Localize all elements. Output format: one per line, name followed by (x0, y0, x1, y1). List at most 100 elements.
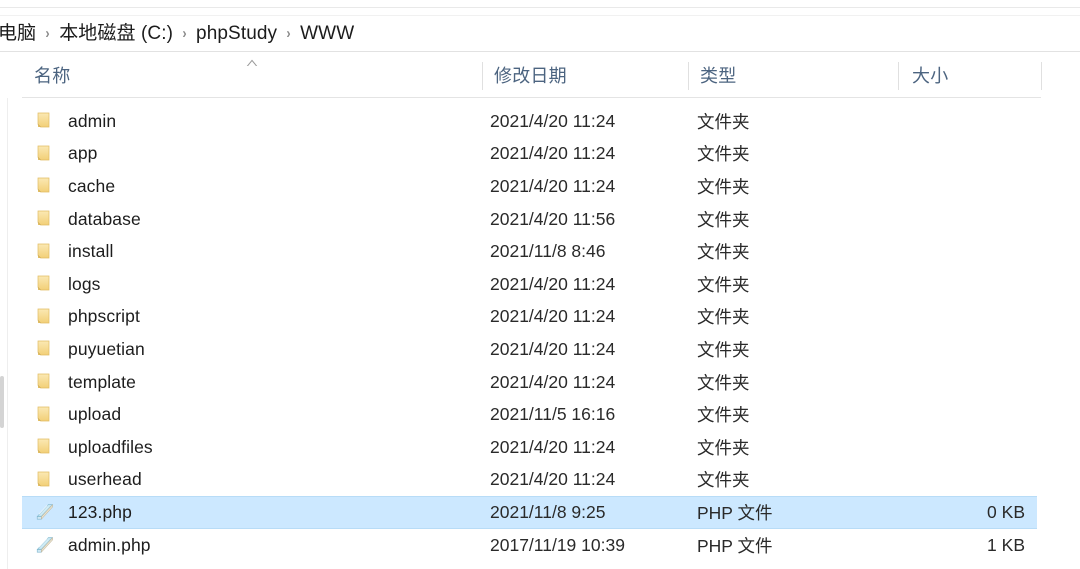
file-date-cell: 2021/4/20 11:24 (490, 110, 616, 131)
file-row[interactable]: logs 2021/4/20 11:24 文件夹 (0, 268, 1080, 301)
file-date-cell: 2021/4/20 11:24 (490, 273, 616, 294)
file-name-cell[interactable]: app (34, 143, 474, 164)
file-name-label: database (68, 208, 141, 229)
breadcrumb-item-phpstudy[interactable]: phpStudy (196, 22, 277, 46)
file-name-cell[interactable]: install (34, 241, 474, 262)
file-type-cell: 文件夹 (697, 470, 750, 491)
file-row[interactable]: phpscript 2021/4/20 11:24 文件夹 (0, 301, 1080, 334)
file-name-cell[interactable]: puyuetian (34, 339, 474, 360)
folder-icon (34, 209, 56, 229)
column-resize-handle-name[interactable] (482, 62, 483, 90)
file-name-cell[interactable]: admin.php (34, 535, 474, 556)
file-date-cell: 2021/11/8 9:25 (490, 501, 606, 522)
file-date-cell: 2021/4/20 11:24 (490, 306, 616, 327)
sort-ascending-icon (245, 58, 259, 67)
file-name-cell[interactable]: upload (34, 404, 474, 425)
file-type-cell: 文件夹 (697, 111, 750, 132)
file-type-cell: 文件夹 (697, 274, 750, 295)
file-type-cell: 文件夹 (697, 176, 750, 197)
file-name-cell[interactable]: template (34, 372, 474, 393)
file-type-cell: 文件夹 (697, 372, 750, 393)
file-name-cell[interactable]: phpscript (34, 306, 474, 327)
file-row[interactable]: puyuetian 2021/4/20 11:24 文件夹 (0, 333, 1080, 366)
file-type-cell: 文件夹 (697, 144, 750, 165)
folder-icon (34, 372, 56, 392)
file-date-cell: 2021/4/20 11:24 (490, 469, 616, 490)
file-row[interactable]: admin.php 2017/11/19 10:39 PHP 文件 1 KB (0, 529, 1080, 562)
folder-icon (34, 405, 56, 425)
file-list[interactable]: admin 2021/4/20 11:24 文件夹 app 2021/4/20 11:2… (0, 105, 1080, 569)
breadcrumb-item-www[interactable]: WWW (300, 22, 354, 46)
file-row[interactable]: userhead 2021/4/20 11:24 文件夹 (0, 464, 1080, 497)
file-row[interactable]: uploadfiles 2021/4/20 11:24 文件夹 (0, 431, 1080, 464)
file-type-cell: 文件夹 (697, 405, 750, 426)
php-file-icon (34, 535, 56, 555)
breadcrumb[interactable]: 电脑 › 本地磁盘 (C:) › phpStudy › WWW (0, 18, 1080, 50)
column-resize-handle-type[interactable] (898, 62, 899, 90)
php-file-icon (34, 502, 56, 522)
file-type-cell: 文件夹 (697, 242, 750, 263)
file-name-cell[interactable]: 123.php (34, 502, 474, 523)
file-row[interactable]: template 2021/4/20 11:24 文件夹 (0, 366, 1080, 399)
file-name-cell[interactable]: database (34, 209, 474, 230)
file-type-cell: 文件夹 (697, 307, 750, 328)
file-name-label: userhead (68, 469, 142, 490)
file-name-label: admin (68, 110, 117, 131)
folder-icon (34, 437, 56, 457)
file-name-label: 123.php (68, 501, 132, 522)
file-name-cell[interactable]: uploadfiles (34, 437, 474, 458)
file-date-cell: 2021/4/20 11:56 (490, 208, 616, 229)
folder-icon (34, 111, 56, 131)
column-header-row: 名称 修改日期 类型 大小 (0, 52, 1080, 98)
file-name-cell[interactable]: userhead (34, 469, 474, 490)
file-name-label: puyuetian (68, 338, 145, 359)
column-header-divider (22, 97, 1041, 98)
file-name-label: install (68, 241, 114, 262)
file-name-label: admin.php (68, 534, 151, 555)
file-row[interactable]: database 2021/4/20 11:56 文件夹 (0, 203, 1080, 236)
folder-icon (34, 176, 56, 196)
file-name-cell[interactable]: admin (34, 111, 474, 132)
folder-icon (34, 242, 56, 262)
window-top-divider-secondary (0, 15, 1080, 16)
folder-icon (34, 307, 56, 327)
breadcrumb-item-computer[interactable]: 电脑 (0, 22, 36, 46)
folder-icon (34, 470, 56, 490)
file-row[interactable]: 123.php 2021/11/8 9:25 PHP 文件 0 KB (0, 496, 1080, 529)
folder-icon (34, 339, 56, 359)
file-name-cell[interactable]: cache (34, 176, 474, 197)
file-date-cell: 2021/4/20 11:24 (490, 175, 616, 196)
file-explorer-window: 电脑 › 本地磁盘 (C:) › phpStudy › WWW 名称 修改日期 … (0, 0, 1080, 569)
file-size-cell: 1 KB (987, 534, 1025, 555)
file-row[interactable]: admin 2021/4/20 11:24 文件夹 (0, 105, 1080, 138)
file-name-label: uploadfiles (68, 436, 153, 457)
column-header-date-modified[interactable]: 修改日期 (494, 52, 679, 98)
file-date-cell: 2021/4/20 11:24 (490, 143, 616, 164)
file-type-cell: PHP 文件 (697, 535, 773, 556)
file-name-label: upload (68, 404, 122, 425)
file-name-label: logs (68, 273, 101, 294)
file-row[interactable]: cache 2021/4/20 11:24 文件夹 (0, 170, 1080, 203)
file-name-label: template (68, 371, 136, 392)
chevron-right-icon: › (286, 25, 291, 42)
breadcrumb-item-local-disk-c[interactable]: 本地磁盘 (C:) (59, 22, 173, 46)
file-row[interactable]: install 2021/11/8 8:46 文件夹 (0, 235, 1080, 268)
file-date-cell: 2021/4/20 11:24 (490, 371, 616, 392)
window-top-divider (0, 7, 1080, 8)
chevron-right-icon: › (45, 25, 50, 42)
file-date-cell: 2021/4/20 11:24 (490, 436, 616, 457)
file-name-label: cache (68, 175, 116, 196)
file-row[interactable]: app 2021/4/20 11:24 文件夹 (0, 138, 1080, 171)
file-date-cell: 2021/4/20 11:24 (490, 338, 616, 359)
file-name-label: app (68, 143, 98, 164)
column-header-type[interactable]: 类型 (700, 52, 890, 98)
file-date-cell: 2017/11/19 10:39 (490, 534, 625, 555)
file-name-cell[interactable]: logs (34, 274, 474, 295)
file-type-cell: PHP 文件 (697, 502, 773, 523)
file-name-label: phpscript (68, 306, 140, 327)
column-header-size[interactable]: 大小 (912, 52, 1032, 98)
file-row[interactable]: upload 2021/11/5 16:16 文件夹 (0, 398, 1080, 431)
column-resize-handle-date[interactable] (688, 62, 689, 90)
column-resize-handle-size[interactable] (1041, 62, 1042, 90)
folder-icon (34, 144, 56, 164)
